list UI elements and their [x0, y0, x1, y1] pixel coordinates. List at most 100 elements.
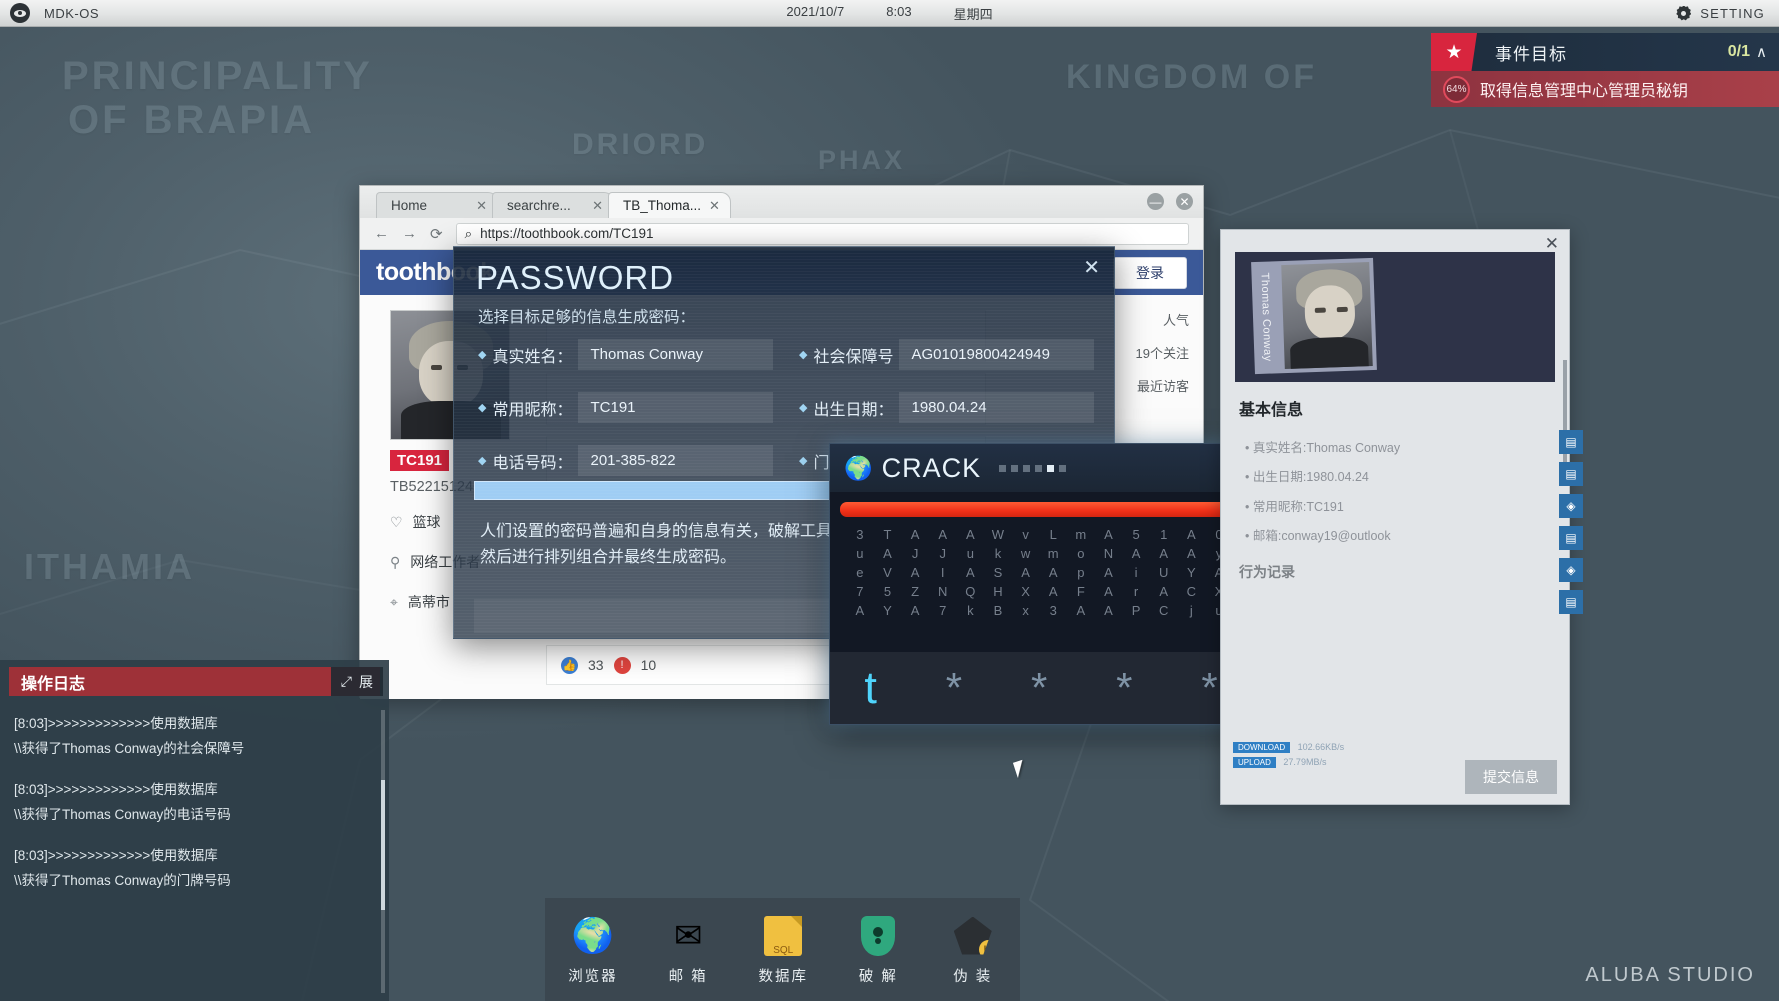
field-label: 常用昵称：	[492, 396, 572, 420]
chevron-up-icon[interactable]: ∧	[1756, 43, 1767, 61]
crack-grid-cell: P	[1122, 603, 1150, 618]
submit-info-button[interactable]: 提交信息	[1465, 760, 1557, 794]
crack-grid-cell: A	[901, 565, 929, 580]
diamond-icon: ◆	[799, 348, 807, 361]
crack-grid-cell: N	[929, 584, 957, 599]
crack-grid-cell: A	[901, 527, 929, 542]
info-subsection-title: 行为记录	[1221, 552, 1569, 582]
os-weekday: 星期四	[954, 4, 993, 23]
tag-label: 高蒂市	[408, 592, 450, 612]
log-expand-button[interactable]: ⤢ 展	[331, 667, 383, 696]
info-side-icon-column: ▤ ▤ ◈ ▤ ◈ ▤	[1559, 430, 1585, 614]
crack-grid-cell: S	[984, 565, 1012, 580]
setting-label: SETTING	[1700, 6, 1765, 21]
diamond-icon: ◆	[799, 454, 807, 467]
file-icon[interactable]: ▤	[1559, 430, 1583, 454]
crack-grid-cell: J	[929, 546, 957, 561]
log-scrollbar-thumb[interactable]	[381, 780, 385, 910]
login-button[interactable]: 登录	[1113, 257, 1187, 289]
setting-button[interactable]: SETTING	[1676, 6, 1765, 21]
crack-grid-cell: A	[1178, 546, 1206, 561]
mail-icon: ✉	[664, 914, 712, 958]
window-controls: — ✕	[1147, 193, 1193, 210]
crack-result-char: t	[864, 662, 877, 714]
crack-grid-cell: x	[1012, 603, 1040, 618]
field-phone[interactable]: ◆ 电话号码： 201-385-822	[478, 445, 773, 476]
crack-title: CRACK	[882, 453, 982, 484]
heart-icon: ♡	[390, 514, 403, 531]
crack-grid-cell: C	[1178, 584, 1206, 599]
field-birthdate[interactable]: ◆ 出生日期： 1980.04.24	[799, 392, 1094, 423]
forward-icon[interactable]: →	[402, 225, 417, 242]
id-card: Thomas Conway	[1251, 258, 1377, 374]
diamond-icon: ◆	[478, 401, 486, 414]
crack-grid-cell: A	[846, 603, 874, 618]
mission-objective-row[interactable]: 64% 取得信息管理中心管理员秘钥	[1431, 71, 1779, 107]
field-real-name[interactable]: ◆ 真实姓名： Thomas Conway	[478, 339, 773, 370]
mission-count: 0/1	[1728, 43, 1750, 61]
map-label: OF BRAPIA	[68, 98, 315, 143]
os-time: 8:03	[886, 4, 911, 23]
crack-icon	[854, 914, 902, 958]
crack-grid-cell: A	[1122, 546, 1150, 561]
crack-grid-cell: F	[1067, 584, 1095, 599]
url-text: https://toothbook.com/TC191	[480, 226, 653, 241]
crack-grid-cell: A	[1150, 546, 1178, 561]
crack-result-char: *	[1031, 664, 1047, 712]
back-icon[interactable]: ←	[374, 225, 389, 242]
password-dialog-subtitle: 选择目标足够的信息生成密码：	[454, 297, 1114, 327]
mission-header[interactable]: ★ 事件目标 0/1 ∧	[1431, 33, 1779, 71]
crack-grid-cell: A	[1095, 603, 1123, 618]
diamond-icon: ◆	[478, 348, 486, 361]
globe-icon: 🌍	[844, 455, 873, 482]
close-icon[interactable]: ✕	[709, 198, 720, 214]
info-section-title: 基本信息	[1221, 382, 1569, 420]
browser-tab-search[interactable]: searchre... ✕	[492, 192, 614, 218]
browser-icon: 🌍	[569, 914, 617, 958]
file-icon[interactable]: ▤	[1559, 590, 1583, 614]
file-icon[interactable]: ▤	[1559, 462, 1583, 486]
crack-grid-cell: U	[1150, 565, 1178, 580]
crack-grid-cell: T	[874, 527, 902, 542]
dock-item-mail[interactable]: ✉ 邮 箱	[664, 914, 712, 986]
reload-icon[interactable]: ⟳	[430, 225, 443, 243]
browser-tab-home[interactable]: Home ✕	[376, 192, 498, 218]
close-button[interactable]: ✕	[1176, 193, 1193, 210]
info-detail-item: • 出生日期:1980.04.24	[1245, 463, 1569, 492]
minimize-button[interactable]: —	[1147, 193, 1164, 210]
tab-label: TB_Thoma...	[623, 198, 701, 213]
shield-icon[interactable]: ◈	[1559, 494, 1583, 518]
file-icon[interactable]: ▤	[1559, 526, 1583, 550]
map-label: ITHAMIA	[24, 546, 195, 588]
field-ssn[interactable]: ◆ 社会保障号 AG01019800424949	[799, 339, 1094, 370]
id-card-name: Thomas Conway	[1251, 261, 1281, 374]
close-icon[interactable]: ✕	[592, 198, 603, 214]
dock-item-disguise[interactable]: 伪 装	[949, 914, 997, 986]
crack-result-char: *	[1201, 664, 1217, 712]
log-entry-body: \\获得了Thomas Conway的电话号码	[14, 803, 375, 828]
close-icon[interactable]: ✕	[1083, 255, 1100, 280]
dock-item-browser[interactable]: 🌍 浏览器	[568, 914, 618, 986]
crack-grid-cell: 7	[846, 584, 874, 599]
field-label: 电话号码：	[492, 449, 572, 473]
field-nickname[interactable]: ◆ 常用昵称： TC191	[478, 392, 773, 423]
crack-grid-cell: L	[1039, 527, 1067, 542]
field-value: TC191	[578, 392, 773, 423]
close-icon[interactable]: ✕	[476, 198, 487, 214]
target-info-panel: ✕ Thomas Conway 基本信息 • 真实姓名:Thomas Conwa…	[1220, 229, 1570, 805]
crack-grid-cell: A	[1095, 584, 1123, 599]
work-icon: ⚲	[390, 554, 400, 571]
close-icon[interactable]: ✕	[1545, 234, 1559, 254]
dock-item-database[interactable]: SQL 数据库	[758, 914, 808, 986]
dock-label: 邮 箱	[669, 965, 708, 986]
upload-value: 27.79MB/s	[1283, 757, 1326, 767]
profile-tag: ♡ 篮球	[390, 512, 441, 532]
browser-tab-profile[interactable]: TB_Thoma... ✕	[608, 192, 731, 218]
shield-icon[interactable]: ◈	[1559, 558, 1583, 582]
url-bar[interactable]: ⌕ https://toothbook.com/TC191	[456, 223, 1189, 245]
mission-objective-label: 取得信息管理中心管理员秘钥	[1480, 77, 1688, 101]
log-entry-head: [8:03]>>>>>>>>>>>>>使用数据库	[14, 778, 375, 803]
operation-log-panel: 操作日志 ⤢ 展 [8:03]>>>>>>>>>>>>>使用数据库 \\获得了T…	[0, 660, 389, 1001]
desktop-screen: PRINCIPALITY OF BRAPIA DRIORD PHAX KINGD…	[0, 0, 1779, 1001]
dock-item-crack[interactable]: 破 解	[854, 914, 902, 986]
